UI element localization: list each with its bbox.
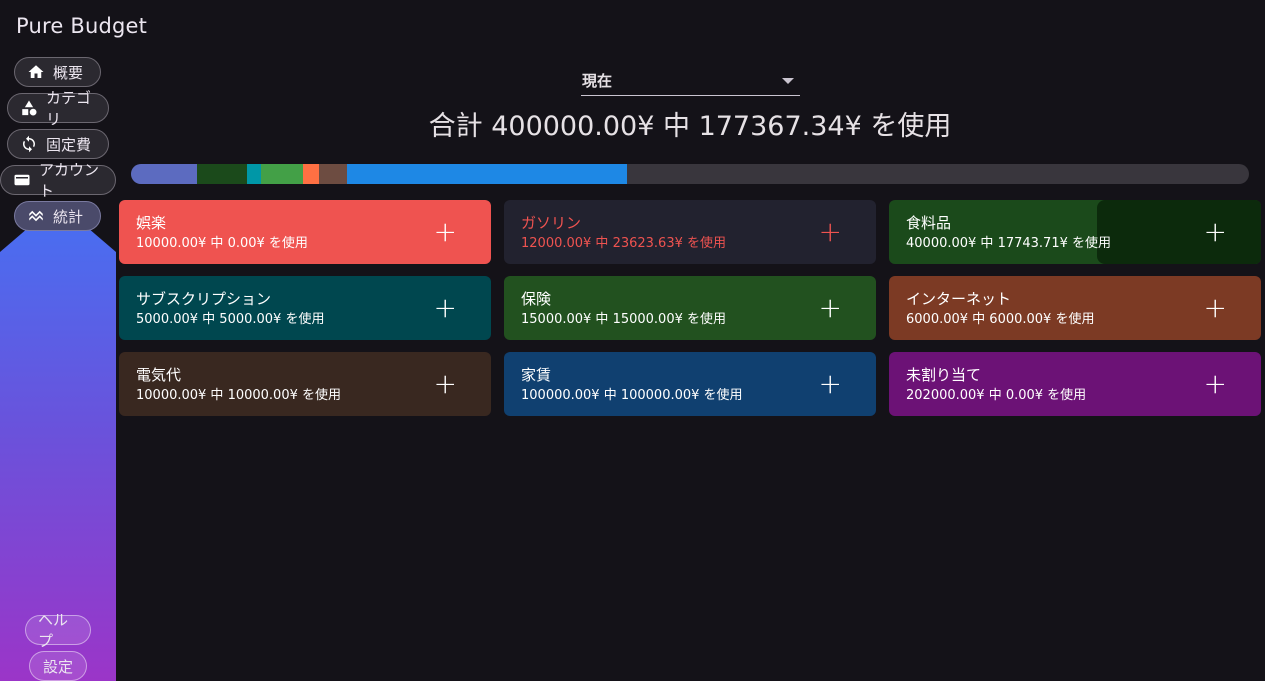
period-select-value: 現在 bbox=[582, 72, 613, 90]
period-select[interactable]: 現在 bbox=[581, 66, 800, 96]
category-card-gasoline[interactable]: ガソリン 12000.00¥ 中 23623.63¥ を使用 + bbox=[504, 200, 876, 264]
progress-segment bbox=[302, 164, 320, 184]
progress-segment bbox=[260, 164, 303, 184]
budget-total-summary: 合計 400000.00¥ 中 177367.34¥ を使用 bbox=[428, 111, 952, 142]
nav-stats-label: 統計 bbox=[53, 207, 84, 226]
progress-segment bbox=[246, 164, 261, 184]
category-card-groceries[interactable]: 食料品 40000.00¥ 中 17743.71¥ を使用 + bbox=[889, 200, 1261, 264]
settings-button[interactable]: 設定 bbox=[29, 651, 87, 681]
plus-icon[interactable]: + bbox=[434, 294, 457, 322]
help-button[interactable]: ヘルプ bbox=[25, 611, 91, 650]
category-card-rent[interactable]: 家賃 100000.00¥ 中 100000.00¥ を使用 + bbox=[504, 352, 876, 416]
nav-overview-label: 概要 bbox=[53, 63, 84, 82]
home-icon bbox=[28, 65, 44, 78]
plus-icon[interactable]: + bbox=[1204, 294, 1227, 322]
plus-icon[interactable]: + bbox=[434, 370, 457, 398]
budget-progress-bar bbox=[131, 164, 1249, 184]
plus-icon[interactable]: + bbox=[819, 370, 842, 398]
nav-accounts[interactable]: アカウント bbox=[0, 161, 116, 200]
nav-stats[interactable]: 統計 bbox=[14, 201, 101, 231]
category-card-entertainment[interactable]: 娯楽 10000.00¥ 中 0.00¥ を使用 + bbox=[119, 200, 491, 264]
settings-label: 設定 bbox=[42, 657, 73, 676]
nav-overview[interactable]: 概要 bbox=[14, 57, 101, 87]
plus-icon[interactable]: + bbox=[434, 218, 457, 246]
plus-icon[interactable]: + bbox=[1204, 218, 1227, 246]
plus-icon[interactable]: + bbox=[819, 294, 842, 322]
category-card-unassigned[interactable]: 未割り当て 202000.00¥ 中 0.00¥ を使用 + bbox=[889, 352, 1261, 416]
category-card-electricity[interactable]: 電気代 10000.00¥ 中 10000.00¥ を使用 + bbox=[119, 352, 491, 416]
wallet-icon bbox=[14, 174, 30, 186]
trending-icon bbox=[29, 210, 43, 222]
caret-down-icon bbox=[782, 77, 794, 84]
progress-segment bbox=[347, 164, 627, 184]
nav-accounts-label: アカウント bbox=[39, 161, 100, 200]
progress-segment bbox=[319, 164, 348, 184]
category-card-internet[interactable]: インターネット 6000.00¥ 中 6000.00¥ を使用 + bbox=[889, 276, 1261, 340]
app-title: Pure Budget bbox=[16, 14, 148, 38]
category-card-insurance[interactable]: 保険 15000.00¥ 中 15000.00¥ を使用 + bbox=[504, 276, 876, 340]
plus-icon[interactable]: + bbox=[1204, 370, 1227, 398]
progress-segment bbox=[131, 164, 198, 184]
help-label: ヘルプ bbox=[38, 611, 69, 650]
progress-segment bbox=[197, 164, 247, 184]
plus-icon[interactable]: + bbox=[819, 218, 842, 246]
category-card-subscriptions[interactable]: サブスクリプション 5000.00¥ 中 5000.00¥ を使用 + bbox=[119, 276, 491, 340]
